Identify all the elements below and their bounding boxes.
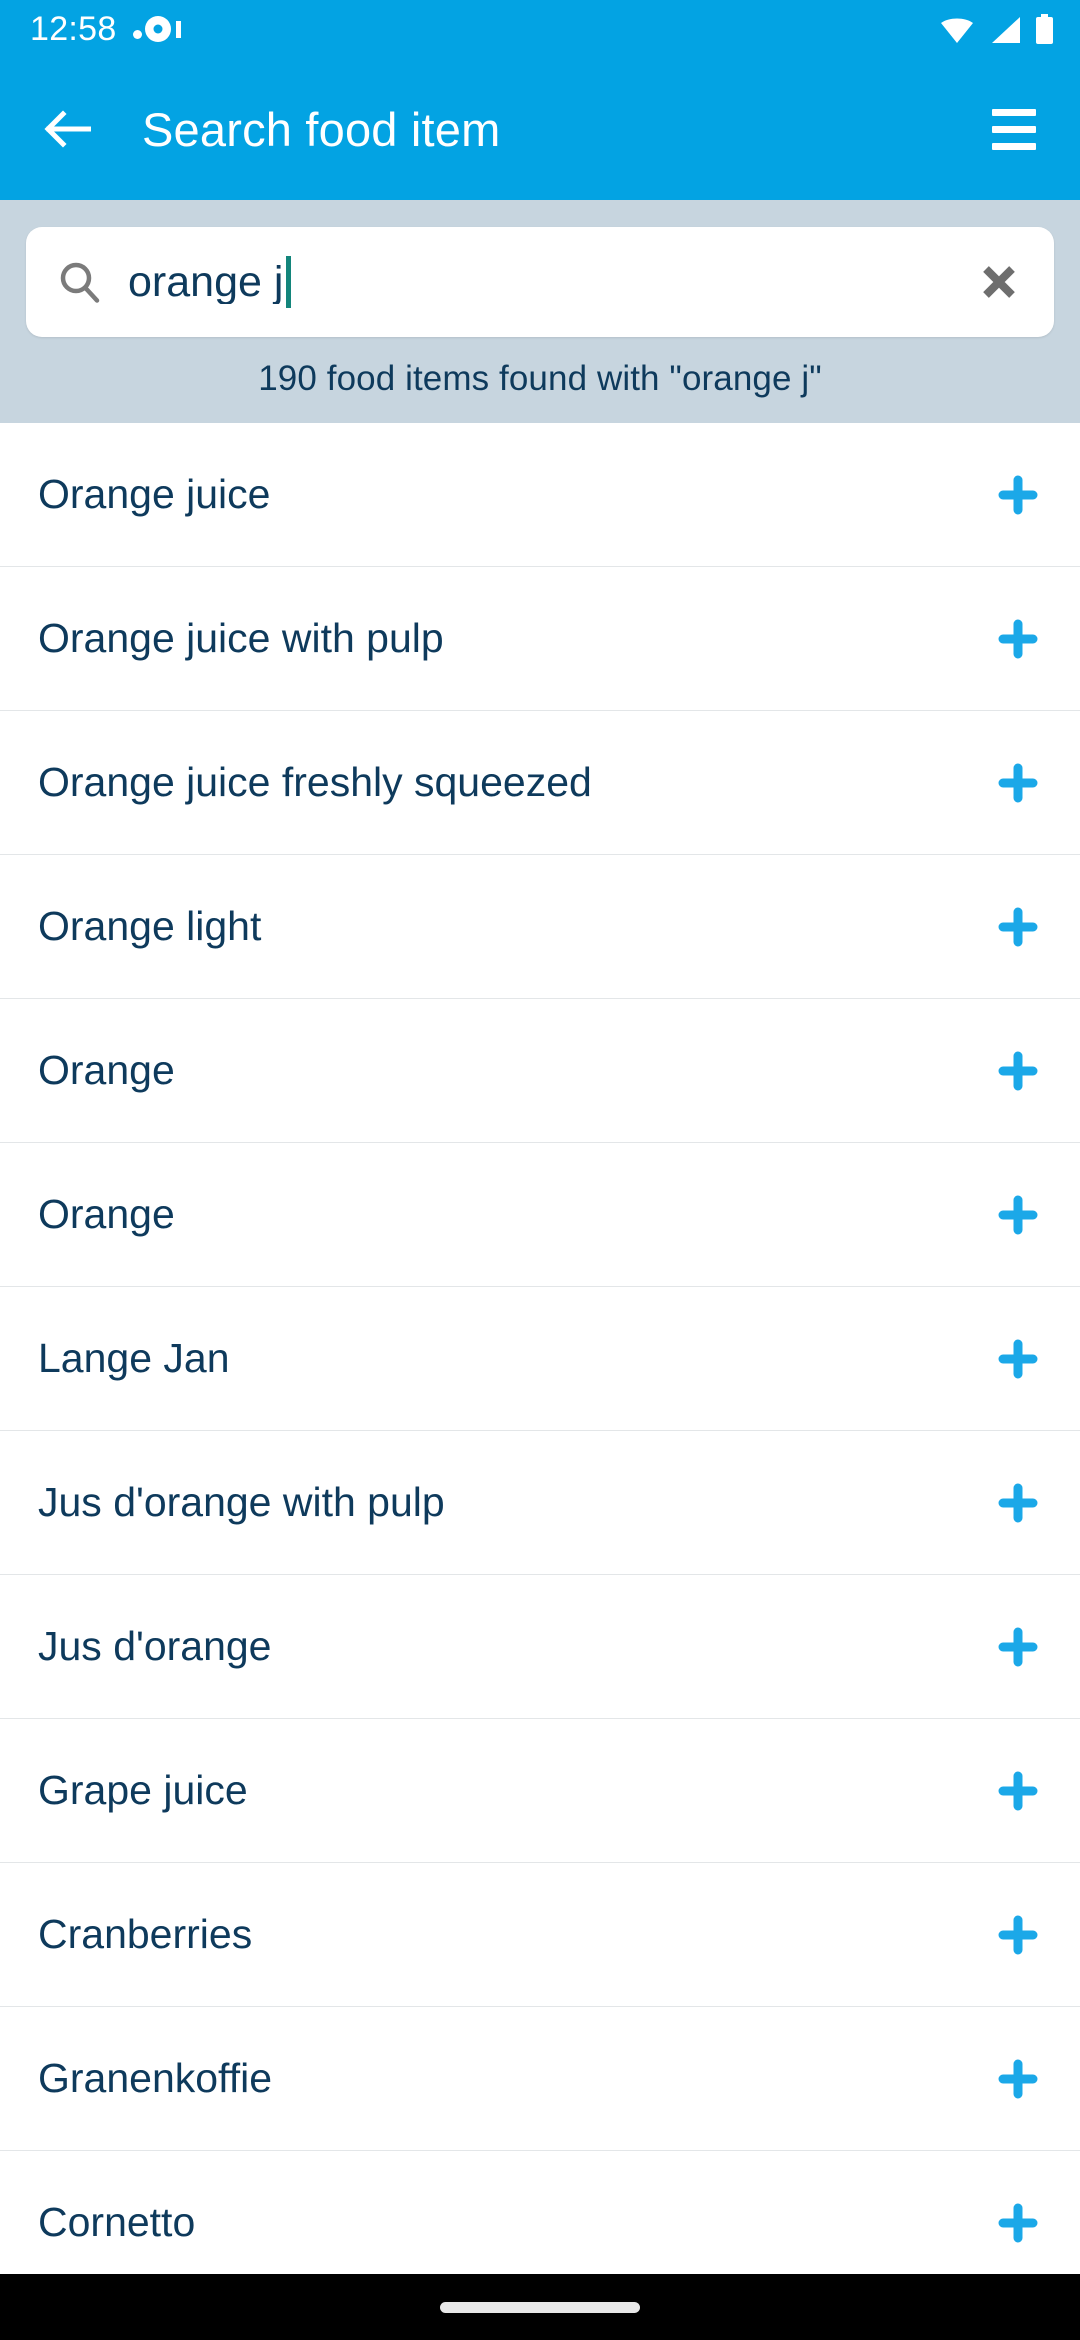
add-food-item-button[interactable] xyxy=(990,467,1046,523)
wifi-icon xyxy=(941,18,973,43)
plus-icon xyxy=(998,1051,1038,1090)
result-row[interactable]: Cranberries xyxy=(0,1863,1080,2007)
add-food-item-button[interactable] xyxy=(990,1187,1046,1243)
plus-icon xyxy=(998,763,1038,802)
result-row[interactable]: Cornetto xyxy=(0,2151,1080,2274)
result-row[interactable]: Orange juice with pulp xyxy=(0,567,1080,711)
result-row[interactable]: Orange juice freshly squeezed xyxy=(0,711,1080,855)
add-food-item-button[interactable] xyxy=(990,1331,1046,1387)
search-input[interactable]: orange j xyxy=(26,227,1054,337)
result-item-label: Orange xyxy=(38,1191,175,1237)
add-food-item-button[interactable] xyxy=(990,1475,1046,1531)
plus-icon xyxy=(998,2059,1038,2098)
plus-icon xyxy=(998,907,1038,946)
text-cursor xyxy=(286,256,292,308)
result-item-label: Orange light xyxy=(38,903,262,949)
plus-icon xyxy=(998,1771,1038,1810)
plus-icon xyxy=(998,1915,1038,1954)
search-panel: orange j 190 food items found with "oran… xyxy=(0,200,1080,423)
record-dot-icon xyxy=(132,16,181,42)
status-bar-left: 12:58 xyxy=(30,12,181,46)
result-row[interactable]: Granenkoffie xyxy=(0,2007,1080,2151)
add-food-item-button[interactable] xyxy=(990,2195,1046,2251)
plus-icon xyxy=(998,1339,1038,1378)
plus-icon xyxy=(998,1483,1038,1522)
result-row[interactable]: Orange xyxy=(0,1143,1080,1287)
result-row[interactable]: Orange juice xyxy=(0,423,1080,567)
close-x-icon xyxy=(983,266,1015,298)
add-food-item-button[interactable] xyxy=(990,1043,1046,1099)
plus-icon xyxy=(998,1195,1038,1234)
arrow-left-icon xyxy=(44,110,91,148)
result-item-label: Orange juice freshly squeezed xyxy=(38,759,592,805)
add-food-item-button[interactable] xyxy=(990,1907,1046,1963)
result-row[interactable]: Orange light xyxy=(0,855,1080,999)
system-navigation-bar xyxy=(0,2274,1080,2340)
status-clock: 12:58 xyxy=(30,10,117,48)
result-item-label: Cranberries xyxy=(38,1911,253,1957)
add-food-item-button[interactable] xyxy=(990,2051,1046,2107)
home-indicator[interactable] xyxy=(440,2301,640,2313)
add-food-item-button[interactable] xyxy=(990,611,1046,667)
result-item-label: Orange xyxy=(38,1047,175,1093)
result-item-label: Jus d'orange with pulp xyxy=(38,1479,445,1525)
result-row[interactable]: Orange xyxy=(0,999,1080,1143)
result-row[interactable]: Jus d'orange with pulp xyxy=(0,1431,1080,1575)
plus-icon xyxy=(998,1627,1038,1666)
search-icon xyxy=(60,262,100,303)
hamburger-menu-icon xyxy=(992,108,1036,116)
back-button[interactable] xyxy=(36,98,98,160)
result-row[interactable]: Lange Jan xyxy=(0,1287,1080,1431)
page-title: Search food item xyxy=(142,102,501,156)
result-row[interactable]: Jus d'orange xyxy=(0,1575,1080,1719)
cellular-signal-icon xyxy=(992,17,1020,43)
hamburger-menu-button[interactable] xyxy=(982,100,1046,158)
app-screen: 12:58 Search food item orange j 190 food… xyxy=(0,0,1080,2340)
add-food-item-button[interactable] xyxy=(990,1619,1046,1675)
result-item-label: Jus d'orange xyxy=(38,1623,272,1669)
result-item-label: Cornetto xyxy=(38,2199,196,2245)
result-row[interactable]: Grape juice xyxy=(0,1719,1080,1863)
plus-icon xyxy=(998,619,1038,658)
result-item-label: Granenkoffie xyxy=(38,2055,273,2101)
plus-icon xyxy=(998,2203,1038,2242)
result-item-label: Grape juice xyxy=(38,1767,248,1813)
result-item-label: Orange juice xyxy=(38,471,271,517)
result-item-label: Orange juice with pulp xyxy=(38,615,444,661)
status-bar: 12:58 xyxy=(0,0,1080,58)
status-bar-right xyxy=(939,14,1054,44)
plus-icon xyxy=(998,475,1038,514)
search-value-wrap: orange j xyxy=(128,256,972,308)
battery-full-icon xyxy=(1036,14,1053,44)
result-item-label: Lange Jan xyxy=(38,1335,230,1381)
result-count-label: 190 food items found with "orange j" xyxy=(258,359,822,398)
search-results-list[interactable]: Orange juice Orange juice with pulp Orange… xyxy=(0,423,1080,2274)
add-food-item-button[interactable] xyxy=(990,755,1046,811)
add-food-item-button[interactable] xyxy=(990,899,1046,955)
clear-search-button[interactable] xyxy=(972,255,1026,309)
search-input-value: orange j xyxy=(128,260,284,304)
app-bar: Search food item xyxy=(0,58,1080,200)
add-food-item-button[interactable] xyxy=(990,1763,1046,1819)
